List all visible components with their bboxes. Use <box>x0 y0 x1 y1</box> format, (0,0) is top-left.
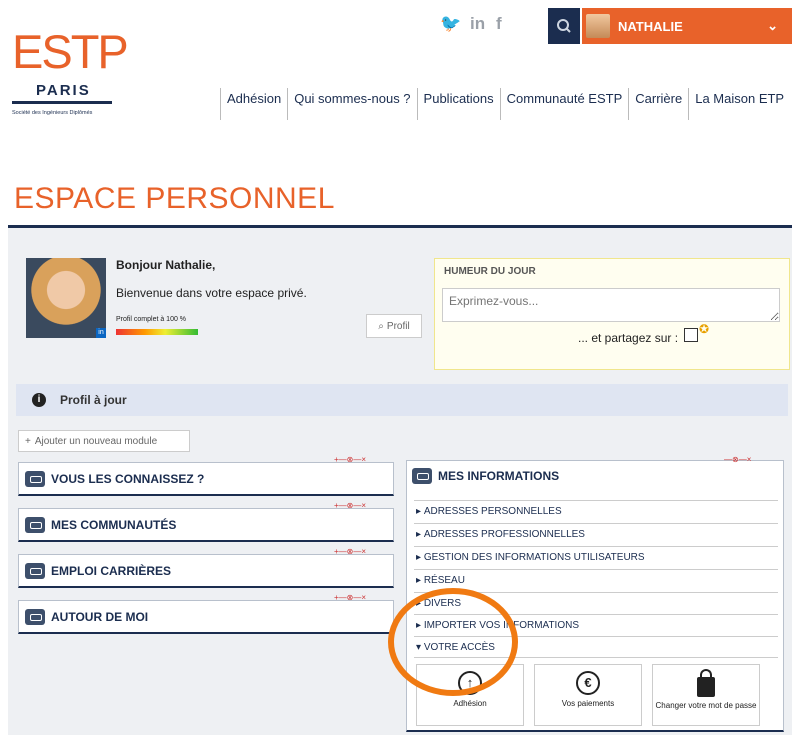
row-label: GESTION DES INFORMATIONS UTILISATEURS <box>423 552 645 563</box>
module-title: MES INFORMATIONS <box>438 469 560 483</box>
module-controls[interactable]: —⊗—× <box>724 455 751 464</box>
euro-icon: € <box>576 671 600 695</box>
search-button[interactable] <box>548 8 580 44</box>
module-title: AUTOUR DE MOI <box>51 609 149 624</box>
add-module-button[interactable]: + Ajouter un nouveau module <box>18 430 190 452</box>
avatar <box>586 14 610 38</box>
add-module-label: Ajouter un nouveau module <box>34 435 158 447</box>
user-menu-button[interactable]: NATHALIE ⌄ <box>582 8 792 44</box>
page-title: ESPACE PERSONNEL <box>14 182 335 215</box>
status-bar: i Profil à jour <box>16 384 788 416</box>
row-label: ADRESSES PERSONNELLES <box>423 506 562 517</box>
logo-city: PARIS <box>36 82 91 99</box>
twitter-icon[interactable]: 🐦 <box>440 14 461 34</box>
nav-carriere[interactable]: Carrière <box>628 88 688 120</box>
plus-icon: + <box>25 435 31 447</box>
main-nav: Adhésion Qui sommes-nous ? Publications … <box>220 88 790 120</box>
module-mes-communautes[interactable]: MES COMMUNAUTÉS <box>18 508 394 542</box>
chat-icon <box>25 562 45 579</box>
logo-tagline: Société des Ingénieurs Diplômés <box>12 110 93 116</box>
module-vous-les-connaissez[interactable]: VOUS LES CONNAISSEZ ? <box>18 462 394 496</box>
info-row-gestion[interactable]: ▸ GESTION DES INFORMATIONS UTILISATEURS <box>414 546 778 568</box>
module-controls[interactable]: +—⊗—× <box>334 455 366 464</box>
nav-qui-sommes-nous[interactable]: Qui sommes-nous ? <box>287 88 416 120</box>
info-row-adresses-professionnelles[interactable]: ▸ ADRESSES PROFESSIONNELLES <box>414 523 778 545</box>
module-controls[interactable]: +—⊗—× <box>334 501 366 510</box>
highlight-circle <box>388 588 518 696</box>
search-icon: ⌕ <box>378 320 384 332</box>
row-label: ADRESSES PROFESSIONNELLES <box>423 529 585 540</box>
greeting: Bonjour Nathalie, <box>116 258 216 272</box>
linkedin-icon[interactable]: in <box>470 14 485 34</box>
profile-button-label: Profil <box>386 320 410 332</box>
nav-maison[interactable]: La Maison ETP <box>688 88 790 120</box>
user-name: NATHALIE <box>618 18 683 34</box>
module-title: EMPLOI CARRIÈRES <box>51 563 172 578</box>
nav-communaute[interactable]: Communauté ESTP <box>499 88 629 120</box>
facebook-icon[interactable]: f <box>496 14 502 34</box>
tile-label: Vos paiements <box>561 699 615 708</box>
search-icon <box>557 19 571 33</box>
profile-complete-label: Profil complet à 100 % <box>116 316 187 323</box>
chat-icon <box>25 470 45 487</box>
chat-icon <box>412 468 432 484</box>
chat-icon <box>25 608 45 625</box>
module-controls[interactable]: +—⊗—× <box>334 547 366 556</box>
tile-label: Changer votre mot de passe <box>655 701 757 710</box>
status-text: Profil à jour <box>60 393 127 407</box>
profile-progress-bar <box>116 329 198 335</box>
chevron-down-icon: ⌄ <box>767 18 778 33</box>
module-controls[interactable]: +—⊗—× <box>334 593 366 602</box>
chat-icon <box>25 516 45 533</box>
lock-icon <box>697 669 715 697</box>
info-row-adresses-personnelles[interactable]: ▸ ADRESSES PERSONNELLES <box>414 500 778 522</box>
info-icon: i <box>32 393 46 407</box>
linkedin-badge-icon[interactable]: in <box>96 328 106 338</box>
humeur-title: HUMEUR DU JOUR <box>444 266 536 277</box>
humeur-input[interactable] <box>442 288 780 322</box>
profile-photo <box>26 258 106 338</box>
module-autour-de-moi[interactable]: AUTOUR DE MOI <box>18 600 394 634</box>
share-label: ... et partagez sur : <box>578 331 679 345</box>
module-title: VOUS LES CONNAISSEZ ? <box>51 471 205 486</box>
nav-adhesion[interactable]: Adhésion <box>220 88 287 120</box>
module-title: MES COMMUNAUTÉS <box>51 517 177 532</box>
nav-publications[interactable]: Publications <box>416 88 500 120</box>
logo-divider <box>12 101 112 104</box>
row-label: RÉSEAU <box>423 575 465 586</box>
module-emploi-carrieres[interactable]: EMPLOI CARRIÈRES <box>18 554 394 588</box>
share-network-icon: ✪ <box>699 322 710 336</box>
mes-informations-header[interactable]: MES INFORMATIONS <box>406 460 784 492</box>
welcome-text: Bienvenue dans votre espace privé. <box>116 286 307 300</box>
tile-mot-de-passe[interactable]: Changer votre mot de passe <box>652 664 760 726</box>
estp-logo[interactable]: ESTP <box>12 28 129 75</box>
info-row-reseau[interactable]: ▸ RÉSEAU <box>414 569 778 591</box>
profile-button[interactable]: ⌕ Profil <box>366 314 422 338</box>
tile-paiements[interactable]: € Vos paiements <box>534 664 642 726</box>
tile-label: Adhésion <box>453 699 487 708</box>
share-checkbox[interactable] <box>684 328 698 342</box>
